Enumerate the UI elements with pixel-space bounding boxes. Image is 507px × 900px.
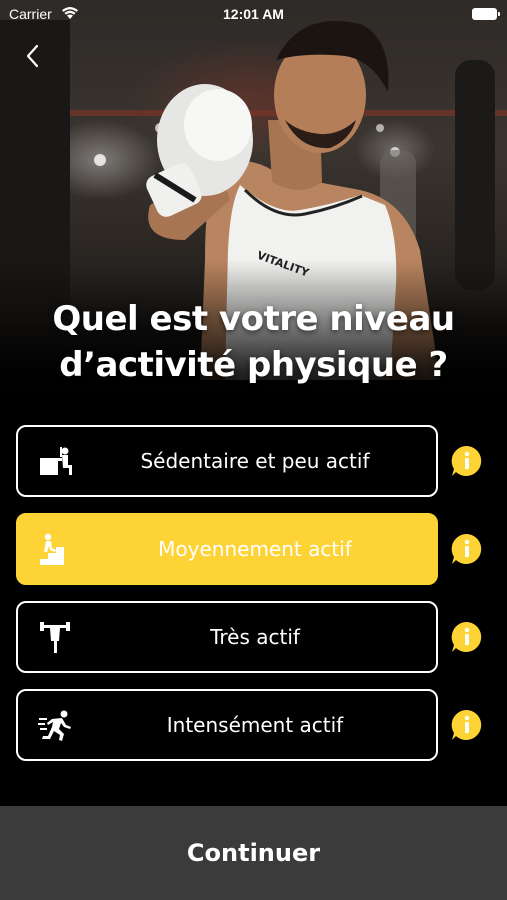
back-button[interactable] bbox=[20, 40, 48, 72]
status-bar: Carrier 12:01 AM bbox=[0, 0, 507, 30]
continue-button[interactable]: Continuer bbox=[0, 806, 507, 900]
stairs-climbing-icon bbox=[40, 533, 64, 565]
weight-lifting-icon bbox=[40, 622, 70, 653]
option-row-sedentary: Sédentaire et peu actif bbox=[16, 425, 492, 497]
page-title-line-2: d’activité physique ? bbox=[59, 345, 448, 385]
option-row-intense: Intensément actif bbox=[16, 689, 492, 761]
running-icon bbox=[38, 710, 71, 741]
status-time: 12:01 AM bbox=[223, 6, 284, 22]
info-icon[interactable] bbox=[450, 708, 484, 742]
option-row-very-active: Très actif bbox=[16, 601, 492, 673]
option-label-moderate: Moyennement actif bbox=[158, 537, 352, 561]
option-row-moderate: Moyennement actif bbox=[16, 513, 492, 585]
option-sedentary[interactable]: Sédentaire et peu actif bbox=[16, 425, 438, 497]
info-icon[interactable] bbox=[450, 532, 484, 566]
desk-sitting-icon bbox=[40, 447, 72, 475]
option-intense[interactable]: Intensément actif bbox=[16, 689, 438, 761]
option-very-active[interactable]: Très actif bbox=[16, 601, 438, 673]
option-label-very-active: Très actif bbox=[210, 625, 300, 649]
option-label-intense: Intensément actif bbox=[166, 713, 344, 737]
info-icon[interactable] bbox=[450, 620, 484, 654]
chevron-left-icon bbox=[26, 44, 39, 68]
page-title: Quel est votre niveau d’activité physiqu… bbox=[0, 296, 507, 388]
page-title-line-1: Quel est votre niveau bbox=[52, 299, 455, 339]
option-moderate[interactable]: Moyennement actif bbox=[16, 513, 438, 585]
option-label-sedentary: Sédentaire et peu actif bbox=[140, 449, 370, 473]
info-icon[interactable] bbox=[450, 444, 484, 478]
battery-icon bbox=[472, 8, 500, 20]
